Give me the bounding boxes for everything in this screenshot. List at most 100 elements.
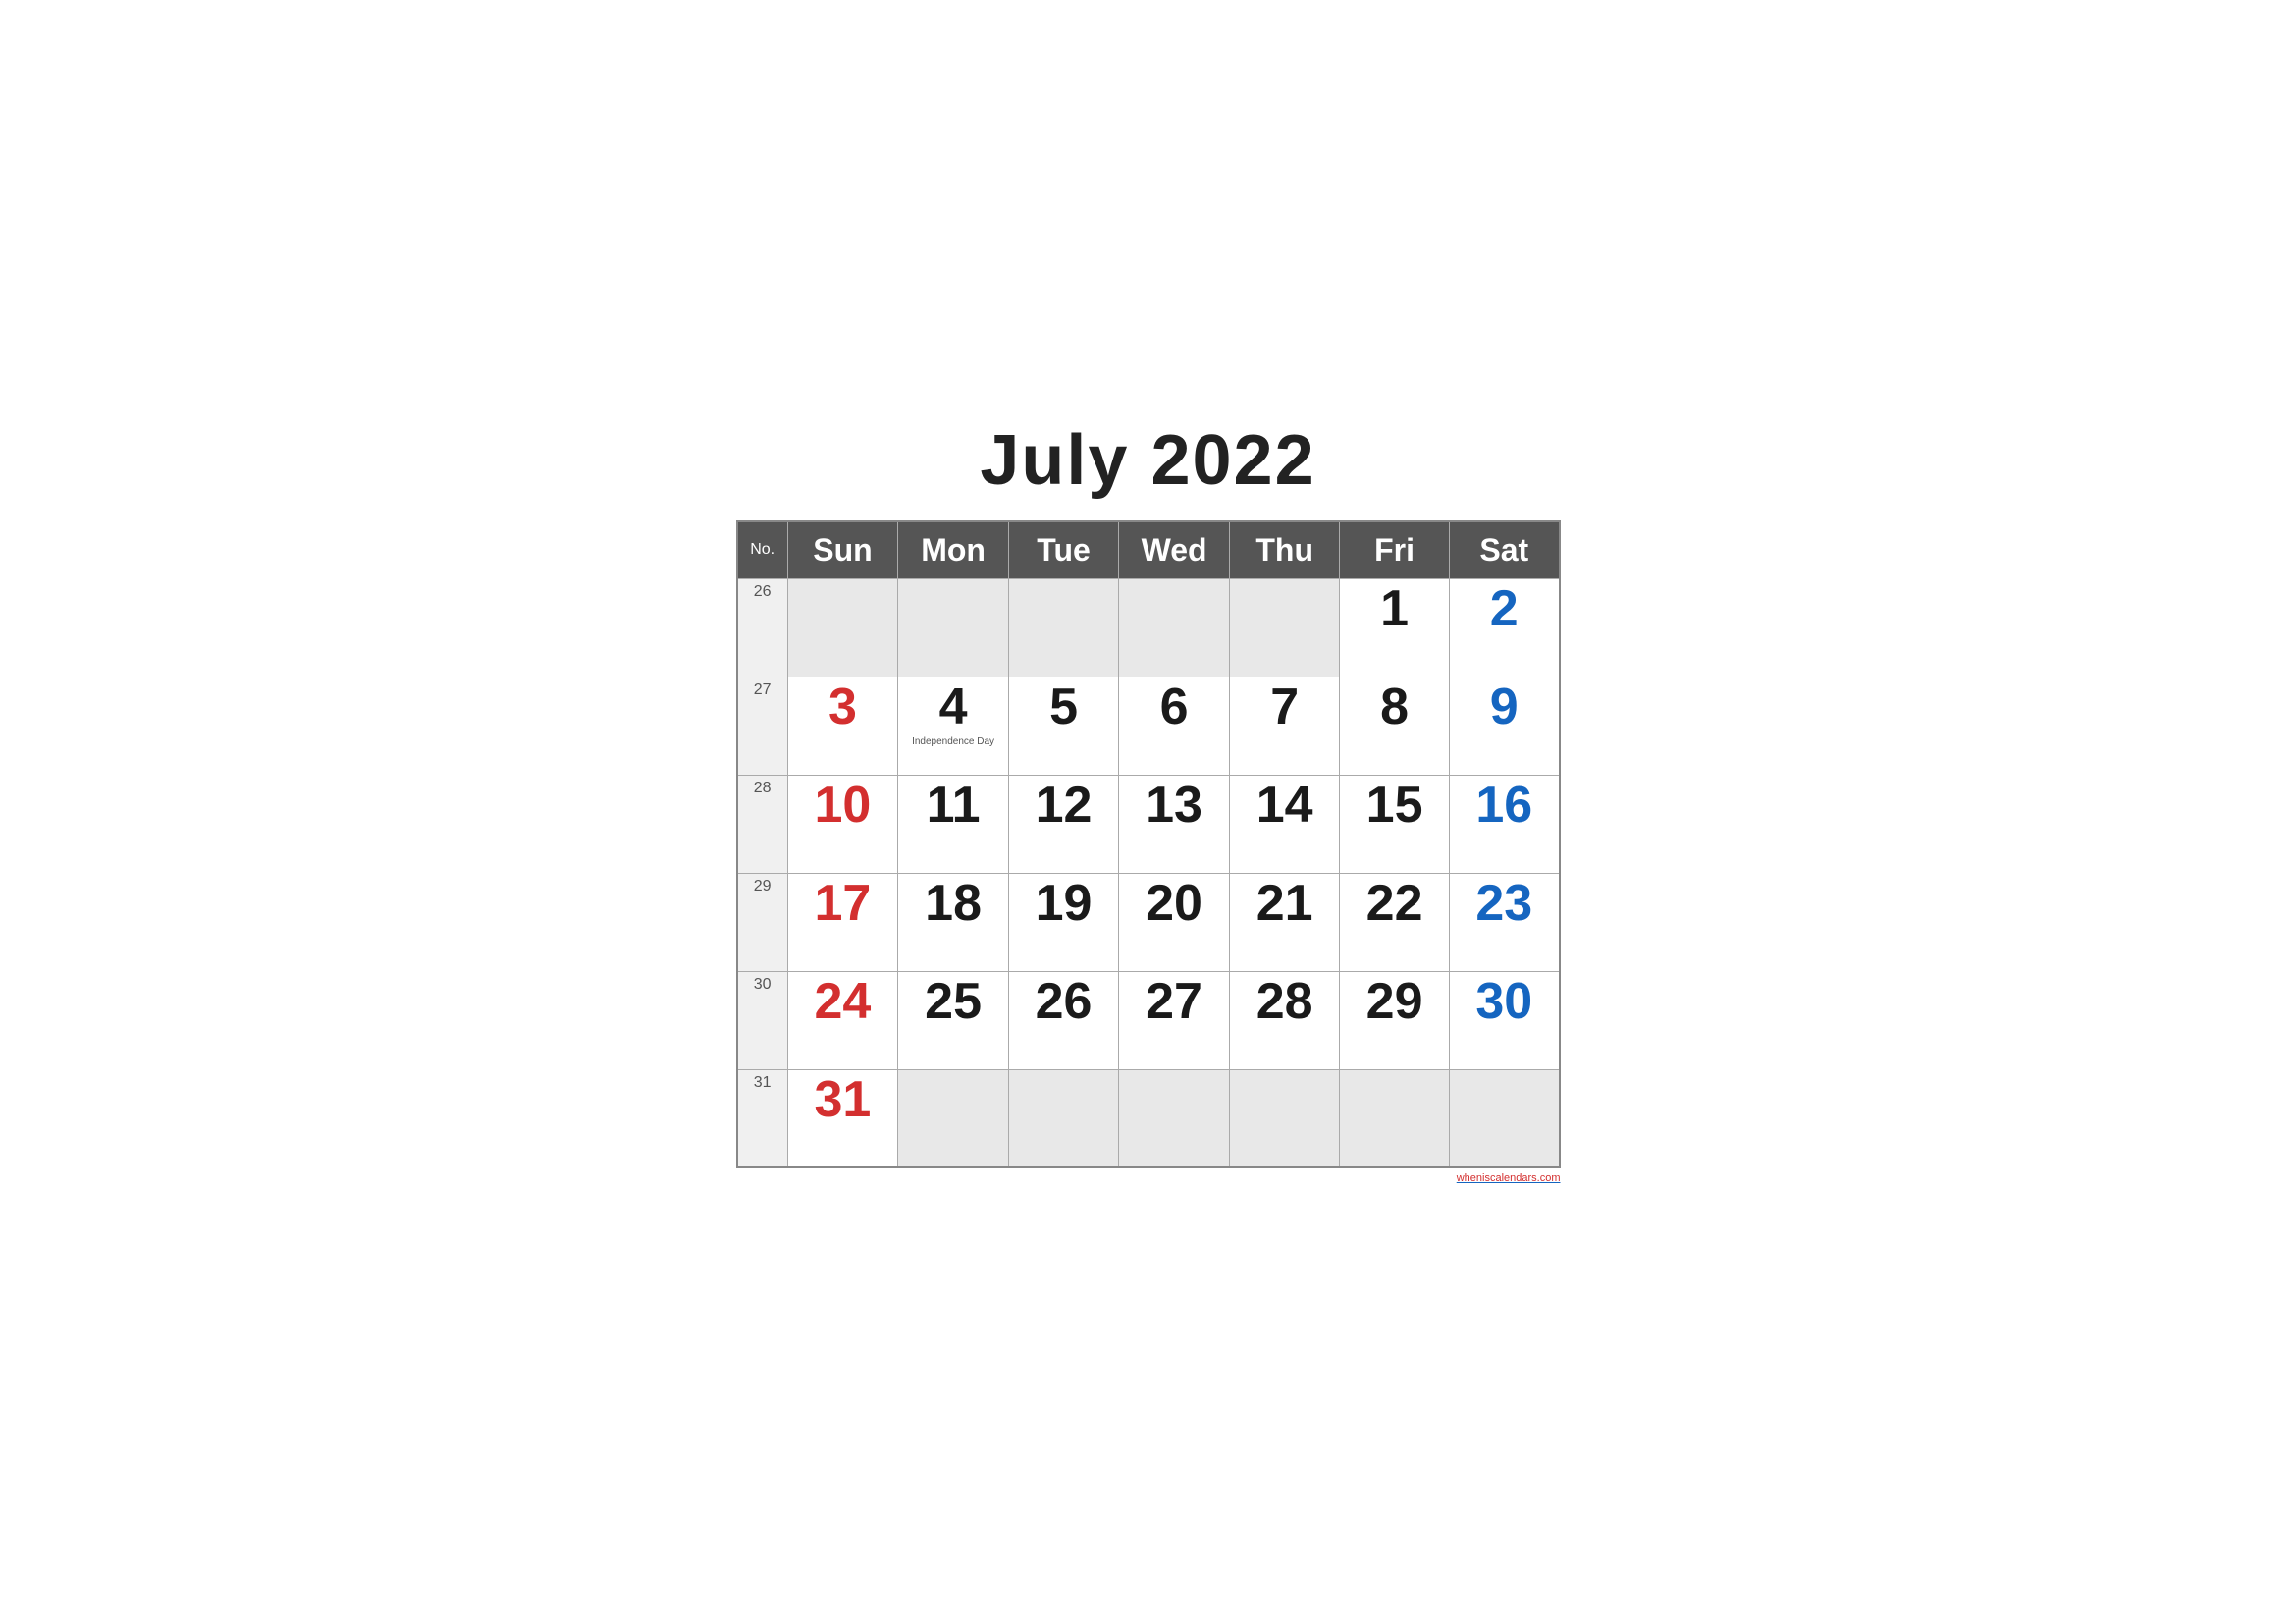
day-number: 12 [1036,777,1093,834]
watermark[interactable]: wheniscalendars.com [736,1172,1561,1184]
day-cell: 15 [1340,775,1450,873]
header-mon: Mon [898,521,1009,579]
week-number: 30 [737,971,788,1069]
header-sun: Sun [787,521,897,579]
day-cell [1230,1069,1340,1167]
day-cell [787,578,897,677]
day-cell: 7 [1230,677,1340,775]
day-number: 27 [1146,973,1202,1030]
day-number: 15 [1366,777,1423,834]
day-cell: 27 [1118,971,1229,1069]
day-cell: 23 [1450,873,1560,971]
day-number: 30 [1475,973,1532,1030]
day-number: 21 [1256,875,1313,932]
week-number: 29 [737,873,788,971]
day-number: 28 [1256,973,1313,1030]
day-number: 10 [815,777,872,834]
day-number: 18 [925,875,982,932]
day-number: 5 [1049,678,1078,735]
day-number: 31 [815,1071,872,1128]
watermark-text: wheniscalendars.com [1457,1172,1561,1184]
header-row: No. Sun Mon Tue Wed Thu Fri Sat [737,521,1560,579]
day-cell: 6 [1118,677,1229,775]
day-cell: 12 [1009,775,1119,873]
day-cell [1118,578,1229,677]
day-cell [1009,1069,1119,1167]
day-cell [1340,1069,1450,1167]
day-number: 17 [815,875,872,932]
day-cell: 18 [898,873,1009,971]
day-cell: 16 [1450,775,1560,873]
week-row: 29 17 18 19 20 21 22 23 [737,873,1560,971]
day-cell [898,578,1009,677]
day-cell [898,1069,1009,1167]
day-cell: 11 [898,775,1009,873]
day-cell: 13 [1118,775,1229,873]
day-cell: 3 [787,677,897,775]
header-tue: Tue [1009,521,1119,579]
day-number: 7 [1270,678,1299,735]
day-cell: 21 [1230,873,1340,971]
day-number: 16 [1475,777,1532,834]
day-cell: 30 [1450,971,1560,1069]
header-sat: Sat [1450,521,1560,579]
day-cell: 22 [1340,873,1450,971]
day-cell: 20 [1118,873,1229,971]
day-number: 29 [1366,973,1423,1030]
week-number: 31 [737,1069,788,1167]
day-cell: 1 [1340,578,1450,677]
no-header: No. [737,521,788,579]
day-number: 14 [1256,777,1313,834]
day-number: 13 [1146,777,1202,834]
day-number: 4 [939,678,968,735]
week-row: 26 1 2 [737,578,1560,677]
day-cell: 8 [1340,677,1450,775]
day-number: 9 [1490,678,1519,735]
week-number: 26 [737,578,788,677]
day-cell: 28 [1230,971,1340,1069]
day-number: 6 [1160,678,1189,735]
day-number: 8 [1380,678,1409,735]
day-number: 11 [927,777,981,834]
day-cell: 2 [1450,578,1560,677]
day-cell: 25 [898,971,1009,1069]
day-number: 1 [1380,580,1409,637]
day-cell [1230,578,1340,677]
day-cell: 17 [787,873,897,971]
week-row: 27 3 4Independence Day 5 6 7 8 9 [737,677,1560,775]
holiday-label: Independence Day [902,736,1004,747]
day-cell: 26 [1009,971,1119,1069]
day-number: 20 [1146,875,1202,932]
day-number: 3 [828,678,857,735]
week-row: 30 24 25 26 27 28 29 30 [737,971,1560,1069]
day-cell: 5 [1009,677,1119,775]
day-cell: 31 [787,1069,897,1167]
day-number: 2 [1490,580,1519,637]
calendar-table: No. Sun Mon Tue Wed Thu Fri Sat 26122734… [736,520,1561,1169]
header-wed: Wed [1118,521,1229,579]
day-cell [1009,578,1119,677]
header-thu: Thu [1230,521,1340,579]
day-cell [1118,1069,1229,1167]
day-number: 23 [1475,875,1532,932]
day-number: 22 [1366,875,1423,932]
calendar-container: July 2022 No. Sun Mon Tue Wed Thu Fri Sa… [707,401,1590,1224]
day-number: 24 [815,973,872,1030]
header-fri: Fri [1340,521,1450,579]
calendar-body: 26122734Independence Day5678928101112131… [737,578,1560,1167]
day-number: 25 [925,973,982,1030]
day-cell: 29 [1340,971,1450,1069]
day-number: 19 [1036,875,1093,932]
day-cell [1450,1069,1560,1167]
week-number: 27 [737,677,788,775]
week-number: 28 [737,775,788,873]
week-row: 31 31 [737,1069,1560,1167]
day-cell: 24 [787,971,897,1069]
day-cell: 19 [1009,873,1119,971]
day-cell: 9 [1450,677,1560,775]
day-cell: 4Independence Day [898,677,1009,775]
day-cell: 10 [787,775,897,873]
week-row: 28 10 11 12 13 14 15 16 [737,775,1560,873]
day-number: 26 [1036,973,1093,1030]
day-cell: 14 [1230,775,1340,873]
